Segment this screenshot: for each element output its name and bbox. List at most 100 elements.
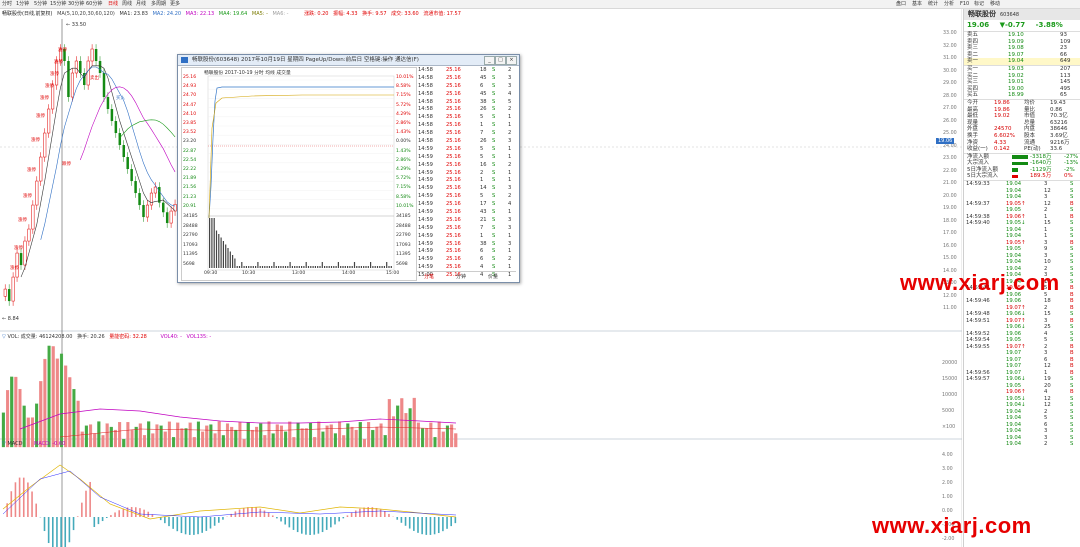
price-axis-label: 31.00: [943, 56, 957, 61]
intraday-chart[interactable]: 畅联股份 2017-10-19 分时 均线 成交量 25.16 24.93 24.7…: [181, 67, 417, 281]
volume-bar: [109, 426, 113, 448]
intraday-volume-bar: [379, 266, 381, 268]
trade-side: S: [492, 216, 496, 223]
ask-row: 卖一 19.04 649: [964, 58, 1080, 65]
trade-side: S: [492, 161, 496, 168]
footer-tab-minute[interactable]: 分钟: [456, 273, 466, 280]
tick-trade-row: 14:58 25.16 45 S 4: [416, 91, 516, 99]
trade-side: S: [492, 201, 496, 208]
volume-bar: [14, 376, 18, 448]
trade-volume: 21: [480, 216, 487, 223]
low-marker: ← 8.84: [2, 316, 19, 322]
volume-bar: [142, 435, 147, 448]
last-price: 19.06: [967, 21, 990, 29]
tick-trade-row: 14:59 25.16 16 S 2: [416, 162, 516, 170]
volume-bar: [213, 433, 217, 448]
volume-bar: [313, 437, 317, 448]
intraday-vol-label: 34185: [183, 214, 198, 219]
intraday-price-label: 22.22: [183, 167, 197, 172]
volume-bar: [259, 423, 263, 448]
rtab-basic[interactable]: 基本: [912, 0, 922, 8]
tab-intraday[interactable]: 分时: [2, 0, 12, 8]
volume-bar: [354, 429, 358, 448]
signal-marker: 涨停: [23, 192, 32, 199]
rtab-analysis[interactable]: 分析: [944, 0, 954, 8]
candle-body: [110, 109, 114, 122]
trade-volume: 38: [480, 240, 487, 247]
tab-monthly[interactable]: 月线: [136, 0, 146, 8]
candle-body: [126, 157, 129, 170]
minimize-icon[interactable]: _: [484, 56, 495, 65]
volume-bar: [358, 422, 362, 448]
candle-body: [169, 210, 173, 224]
intraday-volume-bar: [268, 266, 270, 268]
bid-label: 买三: [967, 79, 979, 86]
volume-bar: [288, 421, 292, 448]
maximize-icon[interactable]: □: [495, 56, 506, 65]
rtab-stats[interactable]: 统计: [928, 0, 938, 8]
footer-tab-ticks[interactable]: 分笔: [424, 273, 434, 280]
price-axis-label: 26.00: [943, 118, 957, 124]
tab-more[interactable]: 更多: [170, 0, 180, 8]
rtab-quote[interactable]: 盘口: [896, 0, 906, 8]
volume-axis-label: 20000: [942, 361, 958, 366]
candle-body: [162, 202, 165, 213]
volume-bar: [209, 424, 213, 448]
rtab-move[interactable]: 移动: [990, 0, 1000, 8]
tab-multi-period[interactable]: 多周期: [151, 0, 166, 8]
signal-marker: 涨停: [18, 216, 27, 223]
intraday-volume-bar: [370, 262, 372, 268]
tab-60min[interactable]: 60分钟: [86, 0, 102, 8]
intraday-pct-label: 0.00%: [396, 139, 411, 145]
trade-count: 1: [508, 153, 512, 160]
intraday-pct-label: 8.58%: [396, 194, 411, 200]
trade-price: 25.16: [446, 256, 461, 263]
candle-body: [94, 49, 98, 62]
tab-weekly[interactable]: 周线: [122, 0, 132, 8]
tab-15min[interactable]: 15分钟: [50, 0, 66, 8]
tab-daily[interactable]: 日线: [108, 0, 118, 8]
signal-marker: 涨停: [10, 264, 19, 271]
macd-header: ▽ MACD MACD: -0.60: [2, 441, 66, 447]
volume-bar: [192, 437, 196, 448]
footer-tab-pricevol[interactable]: 价量: [488, 273, 498, 280]
trade-volume: 5: [480, 153, 484, 160]
intraday-time-label: 10:30: [242, 271, 256, 276]
trade-side: S: [492, 248, 496, 255]
candle-body: [106, 97, 110, 110]
tab-30min[interactable]: 30分钟: [68, 0, 84, 8]
trade-side: S: [492, 90, 496, 97]
trade-side: S: [492, 74, 496, 81]
intraday-volume-bar: [229, 251, 231, 268]
intraday-popup-window[interactable]: 畅联股份(603648) 2017年10月19日 星期四 PageUp/Down…: [177, 54, 520, 283]
intraday-volume-bar: [367, 266, 369, 268]
volume-bar: [254, 426, 259, 448]
volume-bar: [68, 377, 72, 448]
close-icon[interactable]: ×: [506, 56, 517, 65]
volume-bar: [279, 425, 283, 448]
tick-trade-table[interactable]: 14:58 25.16 18 S 2 14:58 25.16 45 S 3 14:58 25.16 6 S…: [416, 67, 516, 279]
candle-body: [31, 204, 35, 230]
intraday-volume-bar: [319, 266, 321, 268]
intraday-volume-bar: [222, 241, 224, 268]
tab-5min[interactable]: 5分钟: [34, 0, 47, 8]
tick-list[interactable]: 14:59:33 19.04 3 S 19.04 12 S 19.04 3 S 14:59:37 19…: [964, 180, 1080, 448]
tab-1min[interactable]: 1分钟: [16, 0, 29, 8]
intraday-volume-bar: [273, 262, 275, 268]
popup-titlebar[interactable]: 畅联股份(603648) 2017年10月19日 星期四 PageUp/Down…: [178, 55, 519, 66]
trade-price: 25.16: [446, 138, 461, 145]
rtab-mark[interactable]: 标记: [974, 0, 984, 8]
trade-time: 14:59: [418, 232, 433, 239]
intraday-volume-bar: [344, 266, 346, 268]
trade-time: 14:59: [418, 209, 433, 216]
trade-time: 14:59: [418, 216, 433, 223]
rtab-f10[interactable]: F10: [960, 0, 969, 8]
bid-row: 买五 18.99 65: [964, 92, 1080, 99]
volume-bar: [221, 435, 225, 448]
volume-axis-label: 5000: [942, 409, 955, 414]
bid-label: 买一: [967, 65, 979, 72]
ask-row: 卖二 19.07 66: [964, 52, 1080, 59]
intraday-volume-bar: [236, 266, 238, 268]
candle-body: [138, 193, 141, 206]
flow-value: 189.5万: [1030, 173, 1052, 180]
